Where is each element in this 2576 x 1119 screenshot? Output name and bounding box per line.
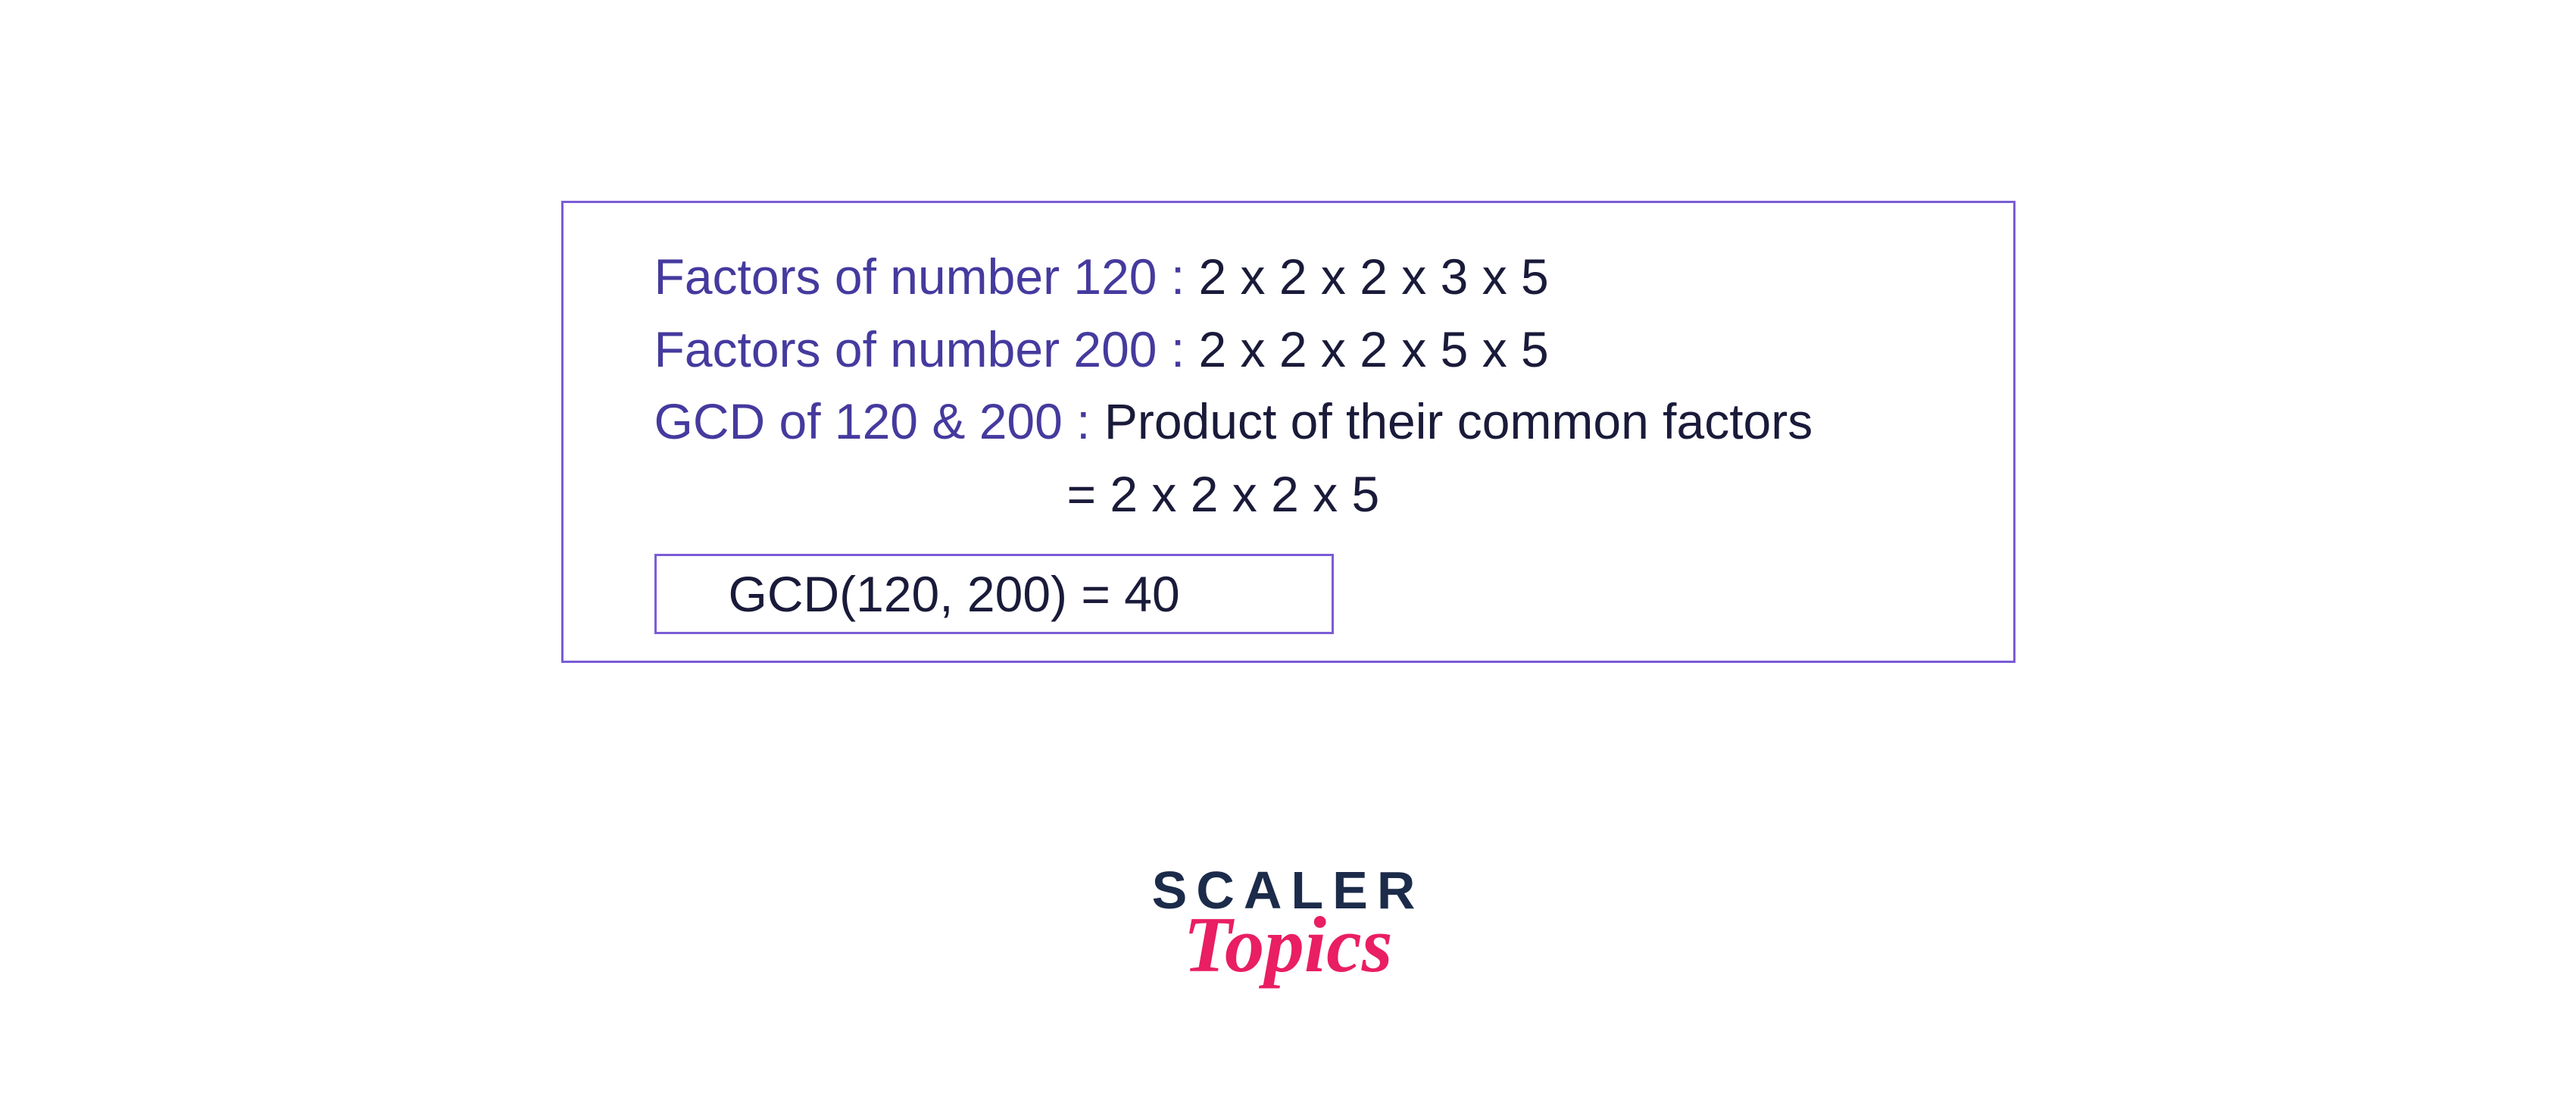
gcd-explanation-box: Factors of number 120 : 2 x 2 x 2 x 3 x …	[561, 201, 2016, 663]
factors-120-value: 2 x 2 x 2 x 3 x 5	[1185, 248, 1549, 305]
factors-200-label: Factors of number 200 :	[654, 321, 1185, 377]
gcd-calculation: = 2 x 2 x 2 x 5	[654, 458, 1922, 531]
logo-topics-text: Topics	[1152, 911, 1425, 978]
factors-line-120: Factors of number 120 : 2 x 2 x 2 x 3 x …	[654, 241, 1922, 314]
scaler-topics-logo: SCALER Topics	[1152, 864, 1425, 978]
factors-line-200: Factors of number 200 : 2 x 2 x 2 x 5 x …	[654, 314, 1922, 386]
factors-120-label: Factors of number 120 :	[654, 248, 1185, 305]
gcd-description: Product of their common factors	[1091, 393, 1813, 449]
gcd-result-box: GCD(120, 200) = 40	[654, 554, 1334, 634]
gcd-definition-line: GCD of 120 & 200 : Product of their comm…	[654, 386, 1922, 458]
factors-200-value: 2 x 2 x 2 x 5 x 5	[1185, 321, 1549, 377]
gcd-label: GCD of 120 & 200 :	[654, 393, 1091, 449]
